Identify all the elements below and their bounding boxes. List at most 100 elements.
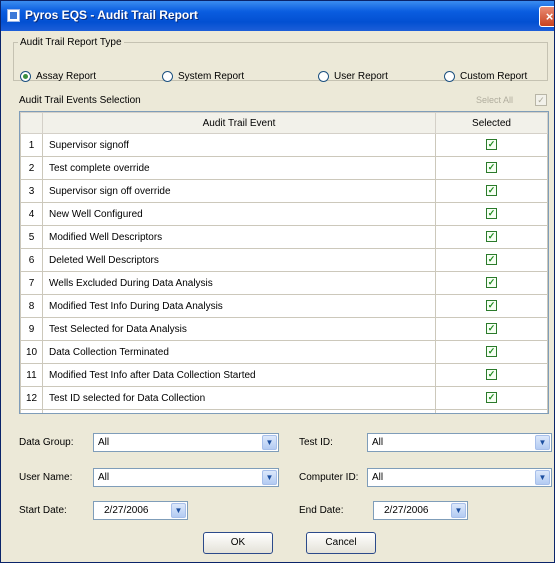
row-number: 12: [20, 386, 43, 410]
radio-button-icon[interactable]: [444, 71, 455, 82]
event-name: Wells Excluded During Data Analysis: [42, 271, 436, 295]
check-icon[interactable]: ✓: [486, 392, 497, 404]
selected-cell[interactable]: ✓: [435, 179, 548, 203]
event-row[interactable]: 4 New Well Configured ✓: [20, 202, 548, 226]
event-name: Deleted Well Descriptors: [42, 248, 436, 272]
row-number: 5: [20, 225, 43, 249]
selected-cell[interactable]: ✓: [435, 225, 548, 249]
event-name: Test complete override: [42, 156, 436, 180]
check-icon[interactable]: ✓: [486, 162, 497, 174]
chevron-down-icon[interactable]: ▼: [171, 503, 186, 518]
radio-button-icon[interactable]: [162, 71, 173, 82]
check-icon[interactable]: ✓: [486, 277, 497, 289]
event-row[interactable]: 9 Test Selected for Data Analysis ✓: [20, 317, 548, 341]
check-icon[interactable]: ✓: [486, 300, 497, 312]
event-name: New Well Configured: [42, 202, 436, 226]
selected-cell[interactable]: ✓: [435, 317, 548, 341]
event-column-header[interactable]: Audit Trail Event: [42, 112, 436, 134]
row-number: 11: [20, 363, 43, 387]
row-number: 3: [20, 179, 43, 203]
row-number: 6: [20, 248, 43, 272]
row-number: 1: [20, 133, 43, 157]
user-name-value: All: [98, 472, 110, 483]
report-type-group: Audit Trail Report Type Assay Report Sys…: [13, 37, 548, 82]
data-group-value: All: [98, 437, 110, 448]
ok-button[interactable]: OK: [203, 532, 273, 554]
start-date-label: Start Date:: [19, 505, 67, 516]
start-date-picker[interactable]: 2/27/2006 ▼: [93, 501, 188, 520]
radio-button-icon[interactable]: [318, 71, 329, 82]
event-row[interactable]: 10 Data Collection Terminated ✓: [20, 340, 548, 364]
data-group-select[interactable]: All ▼: [93, 433, 279, 452]
end-date-picker[interactable]: 2/27/2006 ▼: [373, 501, 468, 520]
check-icon[interactable]: ✓: [486, 369, 497, 381]
computer-id-value: All: [372, 472, 384, 483]
event-row[interactable]: 8 Modified Test Info During Data Analysis…: [20, 294, 548, 318]
check-icon[interactable]: ✓: [486, 254, 497, 266]
event-row[interactable]: 12 Test ID selected for Data Collection ✓: [20, 386, 548, 410]
event-name: Test ID selected for Data Collection: [42, 386, 436, 410]
chevron-down-icon[interactable]: ▼: [535, 435, 550, 450]
event-row[interactable]: 11 Modified Test Info after Data Collecti…: [20, 363, 548, 387]
chevron-down-icon[interactable]: ▼: [535, 470, 550, 485]
chevron-down-icon[interactable]: ▼: [262, 470, 277, 485]
end-date-value: 2/27/2006: [384, 505, 429, 516]
selected-cell[interactable]: ✓: [435, 271, 548, 295]
start-date-value: 2/27/2006: [104, 505, 149, 516]
close-icon[interactable]: ×: [539, 6, 554, 27]
selected-cell[interactable]: ✓: [435, 386, 548, 410]
event-name: Modified Test Info During Data Analysis: [42, 294, 436, 318]
event-row[interactable]: 6 Deleted Well Descriptors ✓: [20, 248, 548, 272]
cancel-button[interactable]: Cancel: [306, 532, 376, 554]
event-row[interactable]: 2 Test complete override ✓: [20, 156, 548, 180]
test-id-value: All: [372, 437, 384, 448]
event-name: Supervisor sign off override: [42, 179, 436, 203]
select-all-label: Select All: [476, 95, 514, 105]
event-row[interactable]: 5 Modified Well Descriptors ✓: [20, 225, 548, 249]
check-icon[interactable]: ✓: [486, 346, 497, 358]
user-name-select[interactable]: All ▼: [93, 468, 279, 487]
radio-label: Assay Report: [36, 71, 97, 82]
test-id-select[interactable]: All ▼: [367, 433, 552, 452]
radio-button-icon[interactable]: [20, 71, 31, 82]
check-icon[interactable]: ✓: [486, 185, 497, 197]
selected-cell[interactable]: ✓: [435, 363, 548, 387]
radio-system-report[interactable]: System Report: [162, 71, 244, 82]
radio-custom-report[interactable]: Custom Report: [444, 71, 527, 82]
app-icon: [7, 9, 20, 22]
chevron-down-icon[interactable]: ▼: [262, 435, 277, 450]
event-row[interactable]: 1 Supervisor signoff ✓: [20, 133, 548, 157]
title-bar[interactable]: Pyros EQS - Audit Trail Report ×: [1, 1, 554, 31]
selected-cell[interactable]: ✓: [435, 133, 548, 157]
events-section-label: Audit Trail Events Selection: [19, 95, 141, 106]
row-number: 2: [20, 156, 43, 180]
event-row[interactable]: 7 Wells Excluded During Data Analysis ✓: [20, 271, 548, 295]
check-icon[interactable]: ✓: [486, 208, 497, 220]
selected-cell[interactable]: ✓: [435, 202, 548, 226]
selected-column-header[interactable]: Selected: [435, 112, 548, 134]
selected-cell[interactable]: ✓: [435, 294, 548, 318]
event-row[interactable]: 3 Supervisor sign off override ✓: [20, 179, 548, 203]
radio-user-report[interactable]: User Report: [318, 71, 388, 82]
event-name: Supervisor signoff: [42, 133, 436, 157]
check-icon[interactable]: ✓: [486, 231, 497, 243]
chevron-down-icon[interactable]: ▼: [451, 503, 466, 518]
event-name: Modified Well Descriptors: [42, 225, 436, 249]
row-number: 10: [20, 340, 43, 364]
event-row[interactable]: 13Data Collection Initiated✓: [20, 409, 548, 413]
row-number: 7: [20, 271, 43, 295]
computer-id-select[interactable]: All ▼: [367, 468, 552, 487]
event-rows: 1 Supervisor signoff ✓ 2 Test complete overr…: [20, 133, 548, 413]
radio-assay-report[interactable]: Assay Report: [20, 71, 96, 82]
selected-cell[interactable]: ✓: [435, 156, 548, 180]
data-group-label: Data Group:: [19, 437, 74, 448]
select-all-checkbox[interactable]: ✓: [535, 94, 547, 106]
check-icon[interactable]: ✓: [486, 323, 497, 335]
selected-cell[interactable]: ✓: [435, 409, 548, 413]
radio-label: User Report: [334, 71, 388, 82]
row-number: 8: [20, 294, 43, 318]
window-title: Pyros EQS - Audit Trail Report: [25, 8, 198, 22]
selected-cell[interactable]: ✓: [435, 340, 548, 364]
selected-cell[interactable]: ✓: [435, 248, 548, 272]
check-icon[interactable]: ✓: [486, 139, 497, 151]
